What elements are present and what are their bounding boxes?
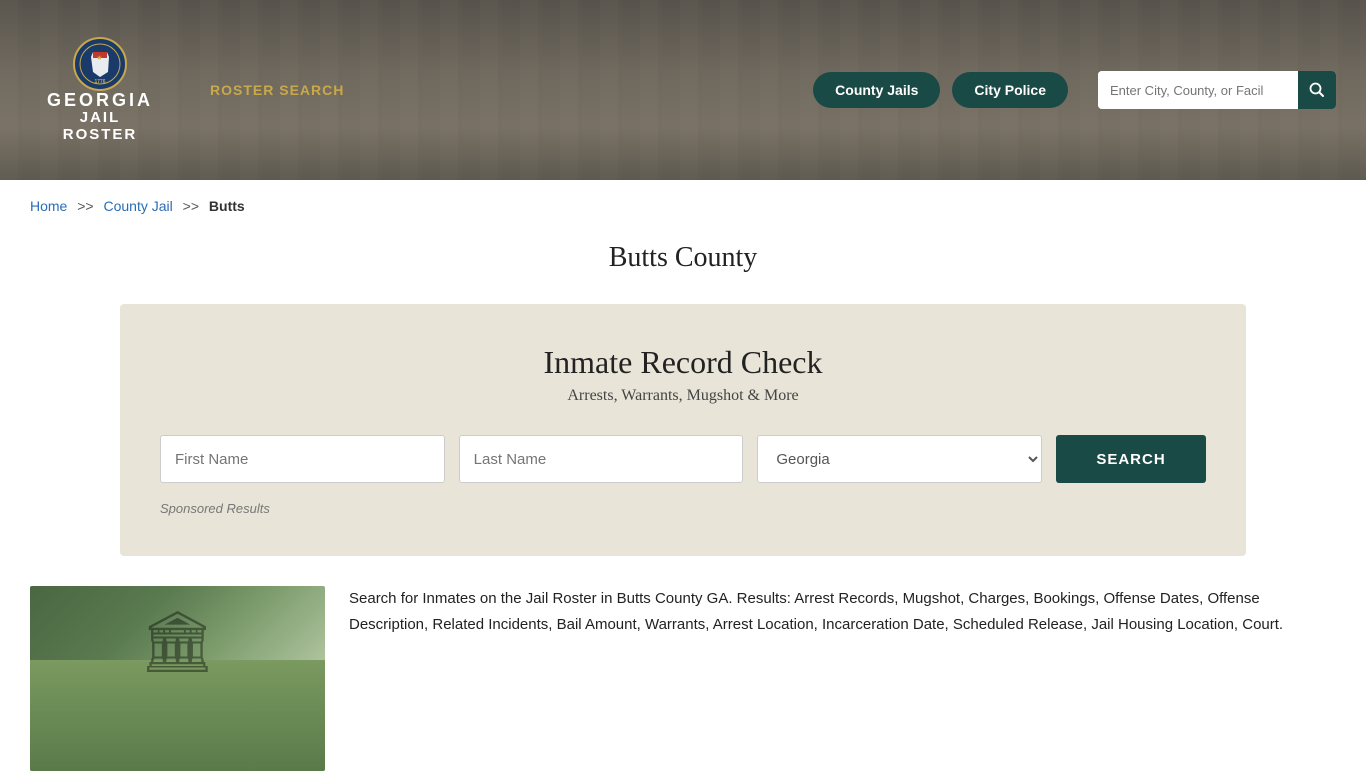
header-search-button[interactable] (1298, 71, 1336, 109)
county-jails-button[interactable]: County Jails (813, 72, 940, 108)
sponsored-results-label: Sponsored Results (160, 501, 1206, 516)
header-search-input[interactable] (1098, 71, 1298, 109)
breadcrumb-sep1: >> (77, 198, 93, 214)
breadcrumb-home[interactable]: Home (30, 198, 67, 214)
logo-line1: GEORGIA (47, 91, 153, 111)
inmate-form: AlabamaAlaskaArizonaArkansasCaliforniaCo… (160, 435, 1206, 483)
georgia-seal-icon: 1776 (73, 37, 127, 91)
breadcrumb-current: Butts (209, 198, 245, 214)
page-title: Butts County (0, 242, 1366, 274)
inmate-search-button[interactable]: SEARCH (1056, 435, 1206, 483)
state-select[interactable]: AlabamaAlaskaArizonaArkansasCaliforniaCo… (757, 435, 1042, 483)
breadcrumb-county-jail[interactable]: County Jail (104, 198, 173, 214)
inmate-box-title: Inmate Record Check (160, 344, 1206, 381)
breadcrumb-sep2: >> (183, 198, 199, 214)
last-name-input[interactable] (459, 435, 744, 483)
county-image (30, 586, 325, 771)
logo-line2: JAIL (80, 110, 121, 127)
bottom-section: Search for Inmates on the Jail Roster in… (0, 586, 1366, 771)
nav-buttons: County Jails City Police (813, 72, 1068, 108)
inmate-box-subtitle: Arrests, Warrants, Mugshot & More (160, 387, 1206, 405)
svg-text:1776: 1776 (94, 79, 105, 85)
site-logo[interactable]: 1776 GEORGIA JAIL ROSTER (30, 37, 170, 144)
roster-search-link[interactable]: ROSTER SEARCH (210, 82, 344, 98)
city-police-button[interactable]: City Police (952, 72, 1068, 108)
header-search-bar (1098, 71, 1336, 109)
logo-line3: ROSTER (63, 127, 138, 144)
first-name-input[interactable] (160, 435, 445, 483)
search-icon (1309, 82, 1325, 98)
breadcrumb: Home >> County Jail >> Butts (0, 180, 1366, 232)
inmate-record-box: Inmate Record Check Arrests, Warrants, M… (120, 304, 1246, 556)
main-nav: ROSTER SEARCH County Jails City Police (210, 71, 1336, 109)
site-header: 1776 GEORGIA JAIL ROSTER ROSTER SEARCH C… (0, 0, 1366, 180)
county-description: Search for Inmates on the Jail Roster in… (325, 586, 1336, 637)
